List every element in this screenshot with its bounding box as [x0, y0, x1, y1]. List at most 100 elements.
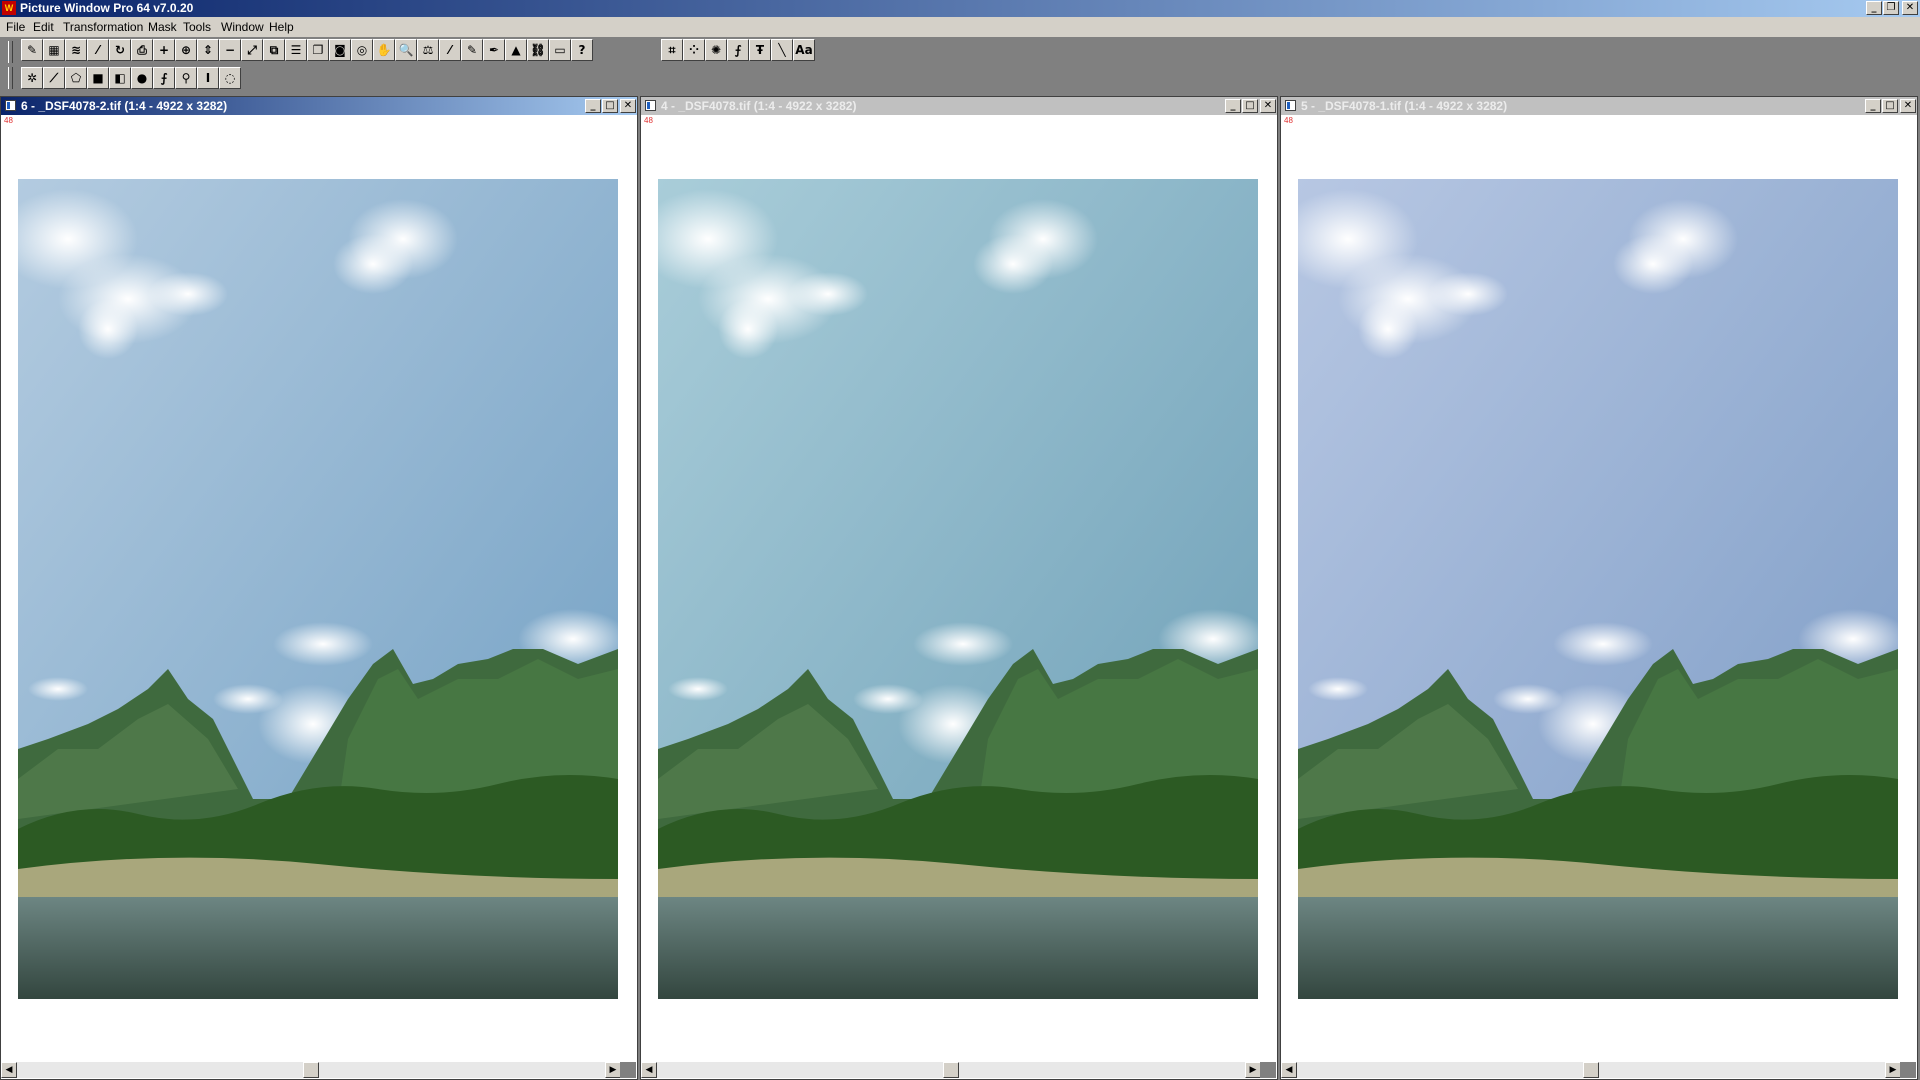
menu-transformation[interactable]: Transformation — [63, 20, 143, 34]
stamp-icon[interactable]: ◌ — [219, 67, 241, 89]
app-title-bar[interactable]: W Picture Window Pro 64 v7.0.20 _ ❐ ✕ — [0, 0, 1920, 17]
copy-icon[interactable]: ⧉ — [263, 39, 285, 61]
size-grip[interactable] — [1900, 1062, 1916, 1078]
minimize-icon[interactable]: _ — [1866, 1, 1882, 15]
rotate-icon[interactable]: ↻ — [109, 39, 131, 61]
minimize-icon[interactable]: _ — [1865, 99, 1881, 113]
expand-icon[interactable]: ⤢ — [241, 39, 263, 61]
scroll-thumb[interactable] — [943, 1062, 959, 1078]
histogram-icon[interactable]: ▲ — [505, 39, 527, 61]
menu-mask[interactable]: Mask — [148, 20, 177, 34]
document-icon[interactable] — [645, 100, 656, 111]
circle-arrow-icon[interactable]: ◎ — [351, 39, 373, 61]
image-window-titlebar[interactable]: 5 - _DSF4078-1.tif (1:4 - 4922 x 3282) _… — [1281, 97, 1917, 115]
app-title: Picture Window Pro 64 v7.0.20 — [20, 1, 194, 15]
half-square-icon[interactable]: ◧ — [109, 67, 131, 89]
document-icon[interactable] — [5, 100, 16, 111]
menu-file[interactable]: File — [6, 20, 25, 34]
menu-edit[interactable]: Edit — [33, 20, 54, 34]
help-icon[interactable]: ? — [571, 39, 593, 61]
image-window-titlebar[interactable]: 6 - _DSF4078-2.tif (1:4 - 4922 x 3282) _… — [1, 97, 637, 115]
subtract-icon[interactable]: − — [219, 39, 241, 61]
maximize-icon[interactable]: □ — [602, 99, 618, 113]
zoom-fit-icon[interactable]: ⊕ — [175, 39, 197, 61]
image-canvas[interactable] — [1298, 179, 1898, 999]
minimize-icon[interactable]: _ — [1225, 99, 1241, 113]
line-icon[interactable]: ╲ — [771, 39, 793, 61]
scanner-icon[interactable]: ▭ — [549, 39, 571, 61]
text-tool-icon[interactable]: Ŧ — [749, 39, 771, 61]
image-window[interactable]: 4 - _DSF4078.tif (1:4 - 4922 x 3282) _ □… — [640, 96, 1278, 1080]
photo — [658, 179, 1258, 999]
scroll-left-icon[interactable]: ◀ — [641, 1062, 657, 1078]
restore-icon[interactable]: ❐ — [1883, 1, 1899, 15]
brush-curve-icon[interactable]: ⁄ — [87, 39, 109, 61]
shape-icon[interactable]: ⬠ — [65, 67, 87, 89]
measure-icon[interactable]: ⇕ — [197, 39, 219, 61]
scroll-thumb[interactable] — [303, 1062, 319, 1078]
photo — [1298, 179, 1898, 999]
curve-icon[interactable]: ⨍ — [153, 67, 175, 89]
scroll-thumb[interactable] — [1583, 1062, 1599, 1078]
gradient-line-icon[interactable]: ⟋ — [43, 67, 65, 89]
horizontal-scrollbar[interactable]: ◀ ▶ — [1, 1062, 621, 1078]
dodge-icon[interactable]: ⚲ — [175, 67, 197, 89]
grid-icon[interactable]: ▦ — [43, 39, 65, 61]
scroll-left-icon[interactable]: ◀ — [1281, 1062, 1297, 1078]
menu-bar: File Edit Transformation Mask Tools Wind… — [0, 17, 1920, 37]
image-window[interactable]: 6 - _DSF4078-2.tif (1:4 - 4922 x 3282) _… — [0, 96, 638, 1080]
image-window[interactable]: 5 - _DSF4078-1.tif (1:4 - 4922 x 3282) _… — [1280, 96, 1918, 1080]
maximize-icon[interactable]: □ — [1242, 99, 1258, 113]
add-icon[interactable]: + — [153, 39, 175, 61]
bit-depth-label: 48 — [4, 116, 13, 125]
pen-icon[interactable]: ⁄ — [439, 39, 461, 61]
black-square-icon[interactable]: ■ — [87, 67, 109, 89]
document-icon[interactable] — [1285, 100, 1296, 111]
pencil-icon[interactable]: ✎ — [461, 39, 483, 61]
wave-icon[interactable]: ≋ — [65, 39, 87, 61]
size-grip[interactable] — [620, 1062, 636, 1078]
scroll-right-icon[interactable]: ▶ — [1245, 1062, 1261, 1078]
magic-icon[interactable]: ✲ — [21, 67, 43, 89]
toolbar-grip[interactable] — [8, 41, 13, 63]
font-icon[interactable]: Aa — [793, 39, 815, 61]
brush-icon[interactable]: ✒ — [483, 39, 505, 61]
camera-icon[interactable]: ◙ — [329, 39, 351, 61]
scroll-left-icon[interactable]: ◀ — [1, 1062, 17, 1078]
hand-icon[interactable]: ✋ — [373, 39, 395, 61]
menu-window[interactable]: Window — [221, 20, 264, 34]
layers-icon[interactable]: ❐ — [307, 39, 329, 61]
image-canvas[interactable] — [18, 179, 618, 999]
minimize-icon[interactable]: _ — [585, 99, 601, 113]
close-icon[interactable]: ✕ — [1900, 99, 1916, 113]
crop-icon[interactable]: ⌗ — [661, 39, 683, 61]
main-toolbar: ✎ ▦ ≋ ⁄ ↻ ⎙ + ⊕ ⇕ − ⤢ ⧉ ☰ ❐ ◙ ◎ ✋ 🔍 ⚖ ⁄ ✎ ✒ ▲ ⛓ ▭? — [21, 39, 593, 61]
horizontal-scrollbar[interactable]: ◀ ▶ — [641, 1062, 1261, 1078]
compare-icon[interactable]: ⚖ — [417, 39, 439, 61]
size-grip[interactable] — [1260, 1062, 1276, 1078]
toolbar-grip[interactable] — [8, 67, 13, 89]
menu-help[interactable]: Help — [269, 20, 294, 34]
close-icon[interactable]: ✕ — [1902, 1, 1918, 15]
horizontal-scrollbar[interactable]: ◀ ▶ — [1281, 1062, 1901, 1078]
sphere-icon[interactable]: ● — [131, 67, 153, 89]
scroll-right-icon[interactable]: ▶ — [605, 1062, 621, 1078]
sparkle-icon[interactable]: ✺ — [705, 39, 727, 61]
image-canvas[interactable] — [658, 179, 1258, 999]
zoom-icon[interactable]: 🔍 — [395, 39, 417, 61]
menu-tools[interactable]: Tools — [183, 20, 211, 34]
image-window-titlebar[interactable]: 4 - _DSF4078.tif (1:4 - 4922 x 3282) _ □… — [641, 97, 1277, 115]
maximize-icon[interactable]: □ — [1882, 99, 1898, 113]
list-icon[interactable]: ☰ — [285, 39, 307, 61]
close-icon[interactable]: ✕ — [620, 99, 636, 113]
bit-depth-label: 48 — [1284, 116, 1293, 125]
app-logo-icon[interactable]: W — [2, 1, 16, 15]
points-icon[interactable]: ⁘ — [683, 39, 705, 61]
close-icon[interactable]: ✕ — [1260, 99, 1276, 113]
text-cursor-icon[interactable]: I — [197, 67, 219, 89]
print-icon[interactable]: ⎙ — [131, 39, 153, 61]
scroll-right-icon[interactable]: ▶ — [1885, 1062, 1901, 1078]
link-icon[interactable]: ⛓ — [527, 39, 549, 61]
edit-icon[interactable]: ✎ — [21, 39, 43, 61]
curve-adjust-icon[interactable]: ⨍ — [727, 39, 749, 61]
